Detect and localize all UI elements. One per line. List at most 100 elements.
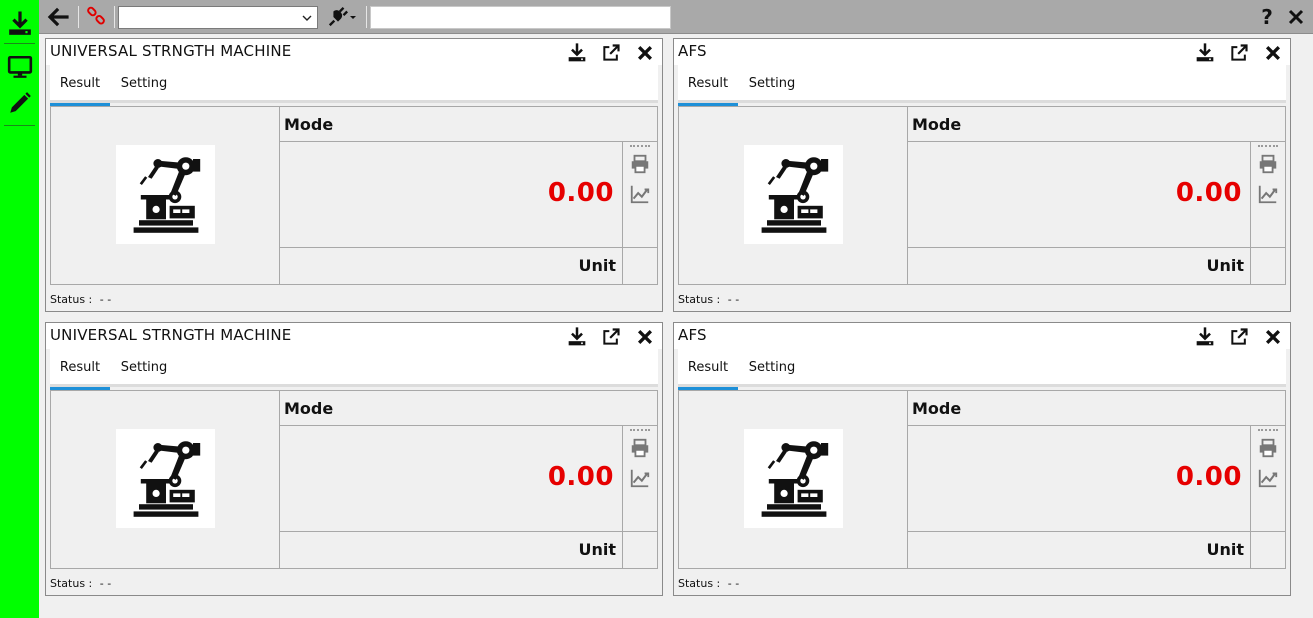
- tab-result[interactable]: Result: [50, 65, 110, 106]
- result-value: 0.00: [1175, 462, 1242, 492]
- panel-popout-button[interactable]: [600, 42, 622, 64]
- device-image: [116, 145, 215, 244]
- toolbar-text-input[interactable]: [370, 6, 671, 29]
- panel-popout-button[interactable]: [600, 326, 622, 348]
- tab-setting[interactable]: Setting: [742, 65, 802, 103]
- chevron-down-icon: [302, 15, 312, 21]
- print-button[interactable]: [628, 152, 652, 176]
- device-image-area: [679, 107, 908, 284]
- panel-download-button[interactable]: [1194, 326, 1216, 348]
- panel-close-button[interactable]: [634, 42, 656, 64]
- panel-close-button[interactable]: [1262, 42, 1284, 64]
- result-content: Mode 0.00 Unit: [678, 106, 1286, 285]
- panel-close-button[interactable]: [1262, 326, 1284, 348]
- toolbar-separator: [114, 6, 115, 28]
- print-button[interactable]: [1256, 436, 1280, 460]
- print-button[interactable]: [628, 436, 652, 460]
- robot-arm-icon: [761, 440, 828, 517]
- panel-title: UNIVERSAL STRNGTH MACHINE: [50, 42, 292, 60]
- mode-label: Mode: [284, 399, 334, 418]
- panel-title: UNIVERSAL STRNGTH MACHINE: [50, 326, 292, 344]
- device-image: [116, 429, 215, 528]
- panel-header: AFS: [674, 323, 1290, 349]
- panel-popout-button[interactable]: [1228, 326, 1250, 348]
- chart-button[interactable]: [1256, 182, 1280, 206]
- tab-result[interactable]: Result: [50, 349, 110, 390]
- tab-setting[interactable]: Setting: [114, 65, 174, 103]
- external-link-icon: [1231, 44, 1248, 61]
- printer-icon: [631, 438, 649, 458]
- close-icon: [637, 45, 653, 61]
- unit-label: Unit: [1206, 540, 1244, 559]
- device-image: [744, 429, 843, 528]
- help-button[interactable]: ?: [1255, 4, 1279, 30]
- download-icon: [8, 11, 31, 35]
- mode-row: Mode: [908, 391, 1285, 426]
- device-image-area: [679, 391, 908, 568]
- status-label: Status :: [50, 293, 93, 306]
- download-icon: [568, 43, 586, 62]
- device-image-area: [51, 107, 280, 284]
- print-button[interactable]: [1256, 152, 1280, 176]
- pencil-icon: [9, 92, 31, 113]
- tab-setting[interactable]: Setting: [742, 349, 802, 387]
- monitor-icon: [7, 55, 32, 78]
- panel-tabs: Result Setting: [678, 65, 1286, 106]
- chart-button[interactable]: [628, 466, 652, 490]
- device-image-area: [51, 391, 280, 568]
- close-icon: [1288, 9, 1304, 25]
- device-panel: UNIVERSAL STRNGTH MACHINE Result Setting…: [45, 38, 663, 312]
- panel-download-button[interactable]: [1194, 42, 1216, 64]
- unit-row: Unit: [908, 532, 1251, 568]
- status-bar: Status : - -: [50, 577, 111, 590]
- download-icon: [1196, 43, 1214, 62]
- panel-header: UNIVERSAL STRNGTH MACHINE: [46, 323, 662, 349]
- sidebar-download-button[interactable]: [3, 9, 36, 39]
- plug-dropdown-button[interactable]: [324, 4, 360, 30]
- drag-handle[interactable]: [1258, 145, 1278, 147]
- download-icon: [568, 327, 586, 346]
- status-label: Status :: [678, 293, 721, 306]
- status-value: - -: [727, 293, 740, 306]
- sidebar-separator: [4, 125, 35, 126]
- close-icon: [637, 329, 653, 345]
- status-bar: Status : - -: [678, 293, 739, 306]
- tab-setting[interactable]: Setting: [114, 349, 174, 387]
- back-button[interactable]: [45, 4, 71, 30]
- panel-download-button[interactable]: [566, 42, 588, 64]
- sidebar-monitor-button[interactable]: [3, 52, 36, 82]
- tab-result[interactable]: Result: [678, 349, 738, 390]
- top-toolbar: ?: [39, 0, 1313, 34]
- device-panel: AFS Result Setting Mode 0.00 Unit Status…: [673, 322, 1291, 596]
- drag-handle[interactable]: [1258, 429, 1278, 431]
- tab-result[interactable]: Result: [678, 65, 738, 106]
- device-select[interactable]: [118, 6, 318, 29]
- drag-handle[interactable]: [630, 145, 650, 147]
- chart-button[interactable]: [628, 182, 652, 206]
- chart-icon: [1258, 185, 1278, 204]
- value-area: 0.00: [908, 426, 1251, 532]
- chart-icon: [630, 469, 650, 488]
- result-value: 0.00: [547, 462, 614, 492]
- robot-arm-icon: [133, 156, 200, 233]
- toolbar-separator: [366, 6, 367, 28]
- result-content: Mode 0.00 Unit: [50, 106, 658, 285]
- panel-download-button[interactable]: [566, 326, 588, 348]
- connect-link-button[interactable]: [84, 4, 108, 30]
- side-actions: [1251, 426, 1285, 532]
- panel-tabs: Result Setting: [50, 349, 658, 390]
- chart-icon: [1258, 469, 1278, 488]
- sidebar-edit-button[interactable]: [3, 88, 36, 118]
- value-area: 0.00: [280, 142, 623, 248]
- mode-row: Mode: [280, 107, 657, 142]
- result-value: 0.00: [547, 178, 614, 208]
- app-close-button[interactable]: [1284, 4, 1308, 30]
- panel-close-button[interactable]: [634, 326, 656, 348]
- robot-arm-icon: [133, 440, 200, 517]
- device-panel: UNIVERSAL STRNGTH MACHINE Result Setting…: [45, 322, 663, 596]
- panel-popout-button[interactable]: [1228, 42, 1250, 64]
- chart-button[interactable]: [1256, 466, 1280, 490]
- drag-handle[interactable]: [630, 429, 650, 431]
- status-label: Status :: [50, 577, 93, 590]
- status-value: - -: [727, 577, 740, 590]
